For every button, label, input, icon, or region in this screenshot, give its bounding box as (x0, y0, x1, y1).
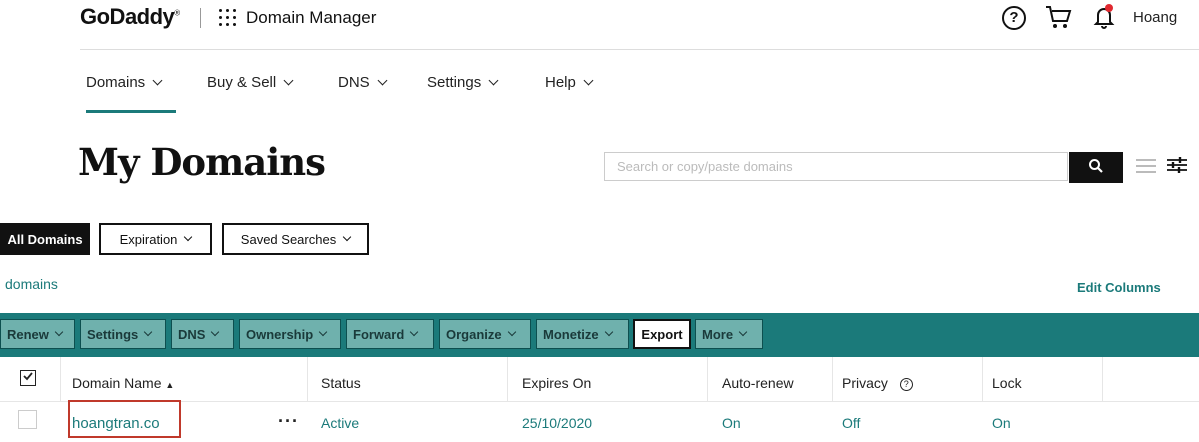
more-options-icon[interactable]: ··· (278, 411, 299, 432)
header-divider-line (80, 49, 1199, 50)
column-separator (982, 357, 983, 401)
dns-dropdown[interactable]: DNS (171, 319, 234, 349)
column-auto-renew[interactable]: Auto-renew (722, 375, 794, 391)
chevron-down-icon (507, 327, 516, 337)
chevron-down-icon (488, 75, 499, 86)
row-checkbox[interactable] (18, 410, 37, 429)
nav-buy-sell[interactable]: Buy & Sell (207, 74, 294, 91)
column-separator (1102, 357, 1103, 401)
status-cell: Active (321, 415, 360, 431)
lock-cell[interactable]: On (992, 415, 1011, 431)
column-separator (707, 357, 708, 401)
bulk-actions-toolbar: Renew Settings DNS Ownership Forward Org… (0, 313, 1199, 357)
chevron-down-icon (283, 75, 294, 86)
chevron-down-icon (583, 75, 594, 86)
nav-domains[interactable]: Domains (86, 74, 163, 91)
chevron-down-icon (152, 75, 163, 86)
cart-icon[interactable] (1045, 4, 1073, 30)
app-title[interactable]: Domain Manager (246, 8, 376, 28)
nav-active-indicator (86, 110, 176, 113)
domains-count-label: domains (5, 276, 58, 292)
column-separator (507, 357, 508, 401)
chevron-down-icon (342, 232, 352, 242)
search-input[interactable] (604, 152, 1068, 181)
chevron-down-icon (184, 232, 193, 242)
monetize-dropdown[interactable]: Monetize (536, 319, 629, 349)
nav-dns[interactable]: DNS (338, 74, 388, 91)
column-privacy[interactable]: Privacy ? (842, 375, 913, 391)
chevron-down-icon (144, 327, 153, 337)
column-separator (307, 357, 308, 401)
apps-grid-icon[interactable] (219, 9, 236, 26)
renew-dropdown[interactable]: Renew (0, 319, 75, 349)
chevron-down-icon (54, 327, 64, 337)
select-all-checkbox[interactable] (20, 370, 36, 386)
search-icon (1089, 159, 1103, 173)
ownership-dropdown[interactable]: Ownership (239, 319, 341, 349)
chevron-down-icon (604, 327, 613, 337)
nav-help[interactable]: Help (545, 74, 594, 91)
column-domain-name[interactable]: Domain Name ▲ (72, 375, 174, 391)
godaddy-logo[interactable]: GoDaddy® (80, 4, 180, 30)
settings-dropdown[interactable]: Settings (80, 319, 166, 349)
user-menu[interactable]: Hoang (1133, 9, 1177, 26)
forward-dropdown[interactable]: Forward (346, 319, 434, 349)
chevron-down-icon (318, 327, 328, 337)
organize-dropdown[interactable]: Organize (439, 319, 531, 349)
search-button[interactable] (1069, 152, 1123, 183)
domain-name-link[interactable]: hoangtran.co (72, 415, 160, 432)
chevron-down-icon (377, 75, 388, 86)
privacy-cell[interactable]: Off (842, 415, 860, 431)
column-lock[interactable]: Lock (992, 375, 1022, 391)
more-dropdown[interactable]: More (695, 319, 763, 349)
export-button[interactable]: Export (633, 319, 691, 349)
sort-ascending-icon: ▲ (165, 380, 175, 390)
column-expires-on[interactable]: Expires On (522, 375, 591, 391)
column-separator (60, 357, 61, 401)
auto-renew-cell[interactable]: On (722, 415, 741, 431)
saved-searches-dropdown[interactable]: Saved Searches (222, 223, 369, 255)
edit-columns-link[interactable]: Edit Columns (1077, 280, 1161, 295)
page-title: My Domains (78, 140, 326, 184)
nav-settings[interactable]: Settings (427, 74, 499, 91)
filter-sliders-icon[interactable] (1167, 157, 1187, 173)
column-status[interactable]: Status (321, 375, 361, 391)
help-icon[interactable]: ? (1002, 6, 1026, 30)
chevron-down-icon (738, 327, 748, 337)
expiration-dropdown[interactable]: Expiration (99, 223, 212, 255)
chevron-down-icon (410, 327, 419, 337)
info-icon[interactable]: ? (899, 378, 913, 391)
bell-icon[interactable] (1092, 4, 1118, 30)
check-icon (23, 372, 33, 381)
all-domains-button[interactable]: All Domains (0, 223, 90, 255)
column-separator (832, 357, 833, 401)
expires-on-cell: 25/10/2020 (522, 415, 593, 431)
header-divider (200, 8, 201, 28)
chevron-down-icon (211, 327, 220, 337)
list-view-icon[interactable] (1136, 159, 1156, 177)
